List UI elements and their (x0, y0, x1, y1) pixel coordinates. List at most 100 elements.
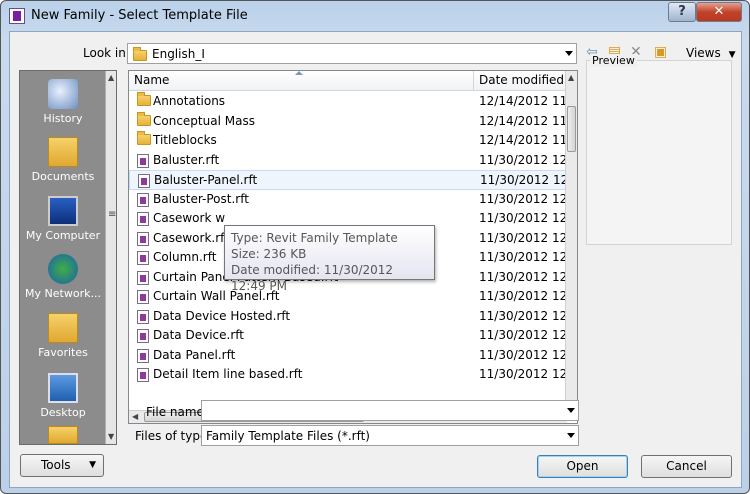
history-icon (48, 79, 78, 109)
chevron-down-icon (565, 51, 573, 56)
folder-icon (137, 111, 151, 126)
file-name: Baluster-Panel.rft (154, 173, 258, 187)
file-row[interactable]: Titleblocks 12/14/2012 11: (129, 131, 567, 151)
title-bar[interactable]: New Family - Select Template File ? ✕ (1, 1, 749, 31)
place-my-network[interactable]: My Network... (20, 254, 106, 300)
look-in-dropdown[interactable]: English_I (127, 43, 577, 64)
scroll-left-icon[interactable]: ◀ (132, 412, 138, 421)
tooltip-modified: Date modified: 11/30/2012 12:49 PM (231, 263, 394, 293)
look-in-label: Look in: (83, 46, 130, 60)
tools-label: Tools (41, 458, 71, 472)
place-label: History (43, 112, 83, 125)
file-name: Column.rft (153, 250, 217, 264)
place-history[interactable]: History (20, 79, 106, 125)
chevron-down-icon: ▼ (89, 460, 96, 470)
place-label: My Network... (25, 287, 101, 300)
places-scrollbar[interactable]: ▲ ≡ ▼ (105, 71, 116, 444)
scroll-thumb[interactable] (567, 106, 576, 152)
place-my-computer[interactable]: My Computer (20, 196, 106, 242)
file-date: 11/30/2012 12: (479, 367, 567, 381)
look-in-value: English_I (152, 47, 205, 61)
cancel-button[interactable]: Cancel (641, 455, 732, 478)
place-documents[interactable]: Documents (20, 137, 106, 183)
file-date: 11/30/2012 12: (479, 152, 567, 167)
file-list-vertical-scrollbar[interactable]: ▲ ▼ (565, 71, 577, 411)
preview-label: Preview (590, 54, 637, 67)
place-label: Desktop (40, 406, 86, 419)
file-name: Data Device.rft (153, 328, 244, 342)
place-label: Favorites (38, 346, 88, 359)
file-row[interactable]: Baluster-Panel.rft 11/30/2012 12: (129, 170, 568, 190)
file-date: 12/14/2012 11: (479, 133, 567, 147)
chevron-down-icon (567, 433, 575, 438)
file-type-dropdown[interactable]: Family Template Files (*.rft) (201, 425, 579, 446)
views-label: Views (686, 46, 721, 60)
dialog-body: Look in: English_I ⇦ ▤ ✕ ▣ Views ▼ Histo… (9, 31, 742, 488)
column-header-date[interactable]: Date modified (474, 71, 569, 91)
file-info-tooltip: Type: Revit Family Template Size: 236 KB… (224, 225, 435, 293)
file-date: 11/30/2012 12: (479, 250, 567, 264)
preview-pane: Preview (586, 54, 732, 245)
tooltip-type: Type: Revit Family Template (231, 231, 398, 245)
file-row[interactable]: Conceptual Mass 12/14/2012 11: (129, 111, 567, 132)
file-row[interactable]: Baluster.rft 11/30/2012 12: (129, 151, 567, 171)
file-row[interactable]: Data Panel.rft 11/30/2012 12: (129, 346, 567, 366)
column-name-label: Name (134, 73, 170, 87)
file-date: 11/30/2012 12: (479, 211, 567, 225)
folder-icon (133, 47, 147, 61)
file-type-value: Family Template Files (*.rft) (206, 429, 370, 443)
file-date: 11/30/2012 12: (480, 173, 568, 187)
file-date: 12/14/2012 11: (479, 94, 567, 108)
rft-file-icon (137, 368, 149, 382)
network-globe-icon (48, 254, 78, 284)
file-date: 11/30/2012 12: (479, 191, 567, 206)
column-header-name[interactable]: Name (129, 71, 474, 91)
file-name: Data Panel.rft (153, 347, 236, 362)
file-name: Data Device Hosted.rft (153, 308, 291, 323)
place-desktop[interactable]: Desktop (20, 373, 106, 419)
scroll-up-icon[interactable]: ▲ (568, 73, 574, 82)
file-row[interactable]: Detail Item line based.rft 11/30/2012 12: (129, 365, 567, 385)
file-date: 12/14/2012 11: (479, 113, 567, 128)
scroll-up-icon[interactable]: ▲ (108, 73, 114, 82)
file-name: Titleblocks (153, 133, 217, 147)
file-name: Casework.rft (153, 230, 229, 245)
folder-icon (137, 92, 151, 106)
column-date-label: Date modified (479, 73, 565, 87)
file-row[interactable]: Baluster-Post.rft 11/30/2012 12: (129, 190, 567, 210)
favorites-folder-icon (48, 313, 78, 343)
folder-icon (48, 426, 78, 444)
file-row[interactable]: Data Device.rft 11/30/2012 12: (129, 326, 567, 346)
folder-icon (137, 131, 151, 145)
place-favorites[interactable]: Favorites (20, 313, 106, 359)
rft-file-icon (138, 174, 150, 188)
views-button[interactable]: Views ▼ (686, 46, 735, 60)
file-name-input[interactable] (201, 400, 579, 421)
tooltip-size: Size: 236 KB (231, 247, 307, 261)
rft-file-icon (137, 192, 149, 207)
file-row[interactable]: Data Device Hosted.rft 11/30/2012 12: (129, 307, 567, 327)
file-name: Annotations (153, 94, 226, 108)
rft-file-icon (137, 231, 149, 246)
close-button[interactable]: ✕ (696, 2, 742, 22)
chevron-down-icon: ▼ (728, 50, 736, 60)
scroll-grip-icon[interactable]: ≡ (108, 209, 116, 220)
file-type-label: Files of type: (135, 429, 212, 443)
place-label: My Computer (25, 229, 101, 242)
new-folder-icon[interactable]: ▣ (654, 44, 667, 60)
tools-button[interactable]: Tools ▼ (20, 454, 104, 477)
chevron-down-icon (567, 408, 575, 413)
file-date: 11/30/2012 12: (479, 308, 567, 323)
rft-file-icon (137, 290, 149, 304)
file-date: 11/30/2012 12: (479, 347, 567, 362)
file-date: 11/30/2012 12: (479, 230, 567, 245)
file-row[interactable]: Annotations 12/14/2012 11: (129, 92, 567, 112)
scroll-down-icon[interactable]: ▼ (108, 432, 114, 441)
file-date: 11/30/2012 12: (479, 289, 567, 303)
rft-file-icon (137, 153, 149, 168)
places-bar: History Documents My Computer My Network… (19, 70, 117, 445)
place-more[interactable] (20, 426, 106, 447)
open-button[interactable]: Open (537, 455, 628, 478)
file-name: Conceptual Mass (153, 113, 255, 128)
help-button[interactable]: ? (668, 2, 696, 22)
